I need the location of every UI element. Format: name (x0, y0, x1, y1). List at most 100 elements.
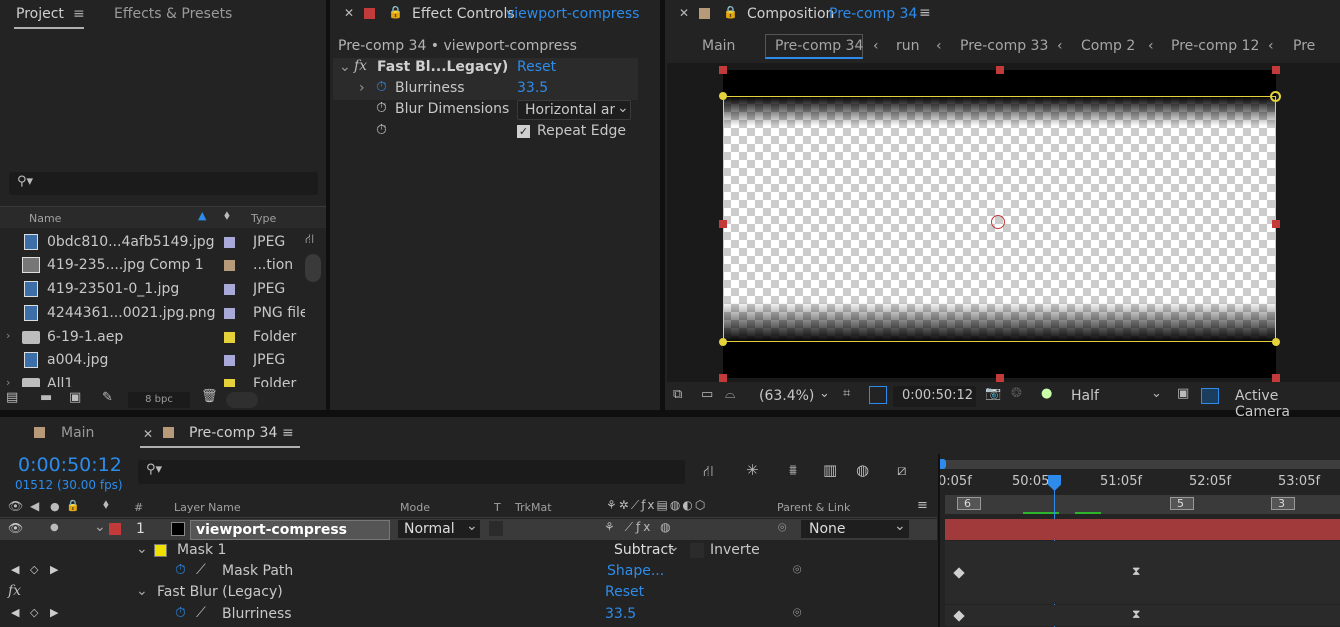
motion-blur-icon[interactable]: ◍ (856, 461, 869, 479)
time-ruler[interactable]: 0:05f 50:05f 51:05f 52:05f 53:05f (938, 471, 1340, 495)
layer-handle[interactable] (1272, 374, 1280, 382)
effect-reset-link[interactable]: Reset (605, 584, 644, 600)
audio-icon[interactable]: ◀ (30, 499, 39, 513)
add-keyframe-icon[interactable]: ◇ (30, 606, 38, 619)
safe-zones-icon[interactable]: ⌗ (843, 386, 850, 401)
blurriness-value[interactable]: 33.5 (605, 606, 636, 622)
prev-keyframe-icon[interactable]: ◀ (11, 563, 19, 576)
mask-vertex[interactable] (719, 92, 727, 100)
layer-name-field[interactable]: viewport-compress (190, 520, 390, 540)
layer-handle[interactable] (719, 220, 727, 228)
breadcrumb-truncated[interactable]: Pre (1293, 38, 1315, 54)
col-name-header[interactable]: Name (29, 212, 61, 225)
snapshot-icon[interactable]: 📷 (985, 386, 1001, 401)
graph-editor-icon[interactable]: ⧄ (897, 461, 907, 479)
mask-color-swatch[interactable] (154, 544, 167, 557)
list-item[interactable]: 419-235....jpg Comp 1 ...tion (2, 254, 302, 277)
chevron-down-icon[interactable]: ⌄ (94, 519, 106, 535)
mask-mode-dropdown[interactable]: Subtract ⌄ (606, 539, 684, 561)
region-of-interest-icon[interactable]: ▣ (1177, 386, 1189, 401)
chevron-right-icon[interactable]: › (6, 329, 10, 342)
blurriness-value[interactable]: 33.5 (517, 80, 548, 96)
layer-label-swatch[interactable] (109, 523, 121, 535)
label-swatch[interactable] (224, 308, 235, 319)
video-visibility-icon[interactable]: 👁 (8, 499, 23, 513)
transparency-grid-icon[interactable] (1201, 388, 1219, 404)
comp-marker[interactable]: 3 (1271, 497, 1295, 510)
panel-menu-icon[interactable]: ≡ (917, 498, 928, 513)
breadcrumb-precomp34[interactable]: Pre-comp 34 (775, 38, 863, 54)
effect-name[interactable]: Fast Blur (Legacy) (157, 584, 283, 600)
list-item[interactable]: › 6-19-1.aep Folder (2, 326, 302, 349)
blurriness-row[interactable]: ◀ ◇ ▶ ⏱ ⟋ Blurriness 33.5 ⌾ (0, 605, 937, 626)
property-row-repeat-edge[interactable]: ⏱ ✓ Repeat Edge (333, 122, 638, 143)
frame-blending-icon[interactable]: ▥ (823, 461, 837, 479)
chevron-right-icon[interactable]: › (359, 80, 365, 96)
keyframe[interactable] (953, 610, 965, 622)
eye-icon[interactable]: 👁 (8, 521, 23, 535)
layer-handle[interactable] (996, 374, 1004, 382)
draft-3d-icon[interactable]: ✳ (746, 461, 759, 479)
tab-precomp34[interactable]: Pre-comp 34 (189, 425, 277, 441)
chevron-right-icon[interactable]: › (6, 376, 10, 387)
viewer-timecode[interactable]: 0:00:50:12 (893, 386, 976, 407)
show-snapshot-icon[interactable]: ❂ (1011, 386, 1022, 401)
col-layer-name[interactable]: Layer Name (174, 501, 241, 514)
layer-duration-bar[interactable] (945, 519, 1340, 540)
comp-marker[interactable]: 6 (957, 497, 981, 510)
tab-main[interactable]: Main (61, 425, 94, 441)
mask-name[interactable]: Mask 1 (177, 542, 226, 558)
layer-row[interactable]: 👁 ● ⌄ 1 viewport-compress Normal ⌄ ⚘ ⟋ƒx… (0, 518, 937, 540)
blend-mode-dropdown[interactable]: Normal ⌄ (397, 518, 481, 539)
pickwhip-icon[interactable]: ⌾ (793, 605, 801, 621)
list-item[interactable]: 4244361...0021.jpg.png PNG file (2, 302, 305, 325)
project-search-input[interactable]: ⚲▾ (9, 172, 318, 195)
label-swatch[interactable] (224, 379, 235, 387)
property-row-blur-dimensions[interactable]: ⏱ Blur Dimensions Horizontal and ⌄ (333, 100, 638, 121)
mask-vertex[interactable] (719, 338, 727, 346)
stopwatch-icon[interactable]: ⏱ (175, 562, 186, 578)
add-keyframe-icon[interactable]: ◇ (30, 563, 38, 576)
vr-goggles-icon[interactable]: ⌓ (725, 387, 735, 402)
stopwatch-icon[interactable]: ⏱ (376, 100, 387, 116)
breadcrumb-comp2[interactable]: Comp 2 (1081, 38, 1135, 54)
comp-marker[interactable]: 5 (1170, 497, 1194, 510)
bpc-button[interactable]: 8 bpc (128, 392, 190, 408)
preserve-transparency-checkbox[interactable] (489, 521, 503, 536)
layer-handle[interactable] (1272, 66, 1280, 74)
zoom-dropdown[interactable]: (63.4%) ⌄ (749, 386, 834, 407)
panel-menu-icon[interactable]: ≡ (73, 6, 85, 22)
camera-dropdown[interactable]: Active Camera (1227, 386, 1335, 420)
label-swatch[interactable] (224, 284, 235, 295)
close-icon[interactable]: ✕ (679, 6, 689, 20)
label-swatch[interactable] (224, 237, 235, 248)
next-keyframe-icon[interactable]: ▶ (50, 563, 58, 576)
lock-icon[interactable]: 🔒 (723, 5, 738, 19)
mask-visibility-icon[interactable] (869, 386, 887, 404)
layer-handle[interactable] (996, 66, 1004, 74)
fx-icon[interactable]: fx (354, 58, 367, 74)
current-timecode[interactable]: 0:00:50:12 (18, 454, 122, 476)
effect-reset-link[interactable]: Reset (517, 59, 556, 75)
composition-viewer[interactable] (667, 63, 1340, 382)
effect-row[interactable]: fx ⌄ Fast Blur (Legacy) Reset (0, 583, 937, 604)
anchor-point-icon[interactable] (991, 215, 1005, 229)
mask-path-value[interactable]: Shape... (607, 563, 664, 579)
breadcrumb-precomp12[interactable]: Pre-comp 12 (1171, 38, 1259, 54)
layer-handle[interactable] (719, 66, 727, 74)
new-folder-icon[interactable]: ▬ (40, 390, 52, 405)
scrollbar-thumb[interactable] (305, 254, 321, 282)
layer-switches[interactable]: ⚘ ⟋ƒx ◍ (604, 520, 674, 535)
label-swatch[interactable] (224, 260, 235, 271)
layer-handle[interactable] (1272, 220, 1280, 228)
list-item[interactable]: a004.jpg JPEG (2, 349, 302, 372)
resolution-dropdown[interactable]: Half ⌄ (1063, 386, 1167, 407)
stopwatch-icon[interactable]: ⏱ (376, 122, 387, 138)
stopwatch-icon[interactable]: ⏱ (175, 605, 186, 621)
list-item[interactable]: 419-23501-0_1.jpg JPEG (2, 278, 302, 301)
solo-icon[interactable]: ● (50, 500, 60, 513)
close-icon[interactable]: ✕ (344, 6, 354, 20)
label-tag-icon[interactable]: ⬧ (103, 497, 109, 512)
adjust-feather-icon[interactable]: ✎ (102, 390, 113, 405)
repeat-edge-checkbox[interactable]: ✓ (517, 125, 530, 138)
